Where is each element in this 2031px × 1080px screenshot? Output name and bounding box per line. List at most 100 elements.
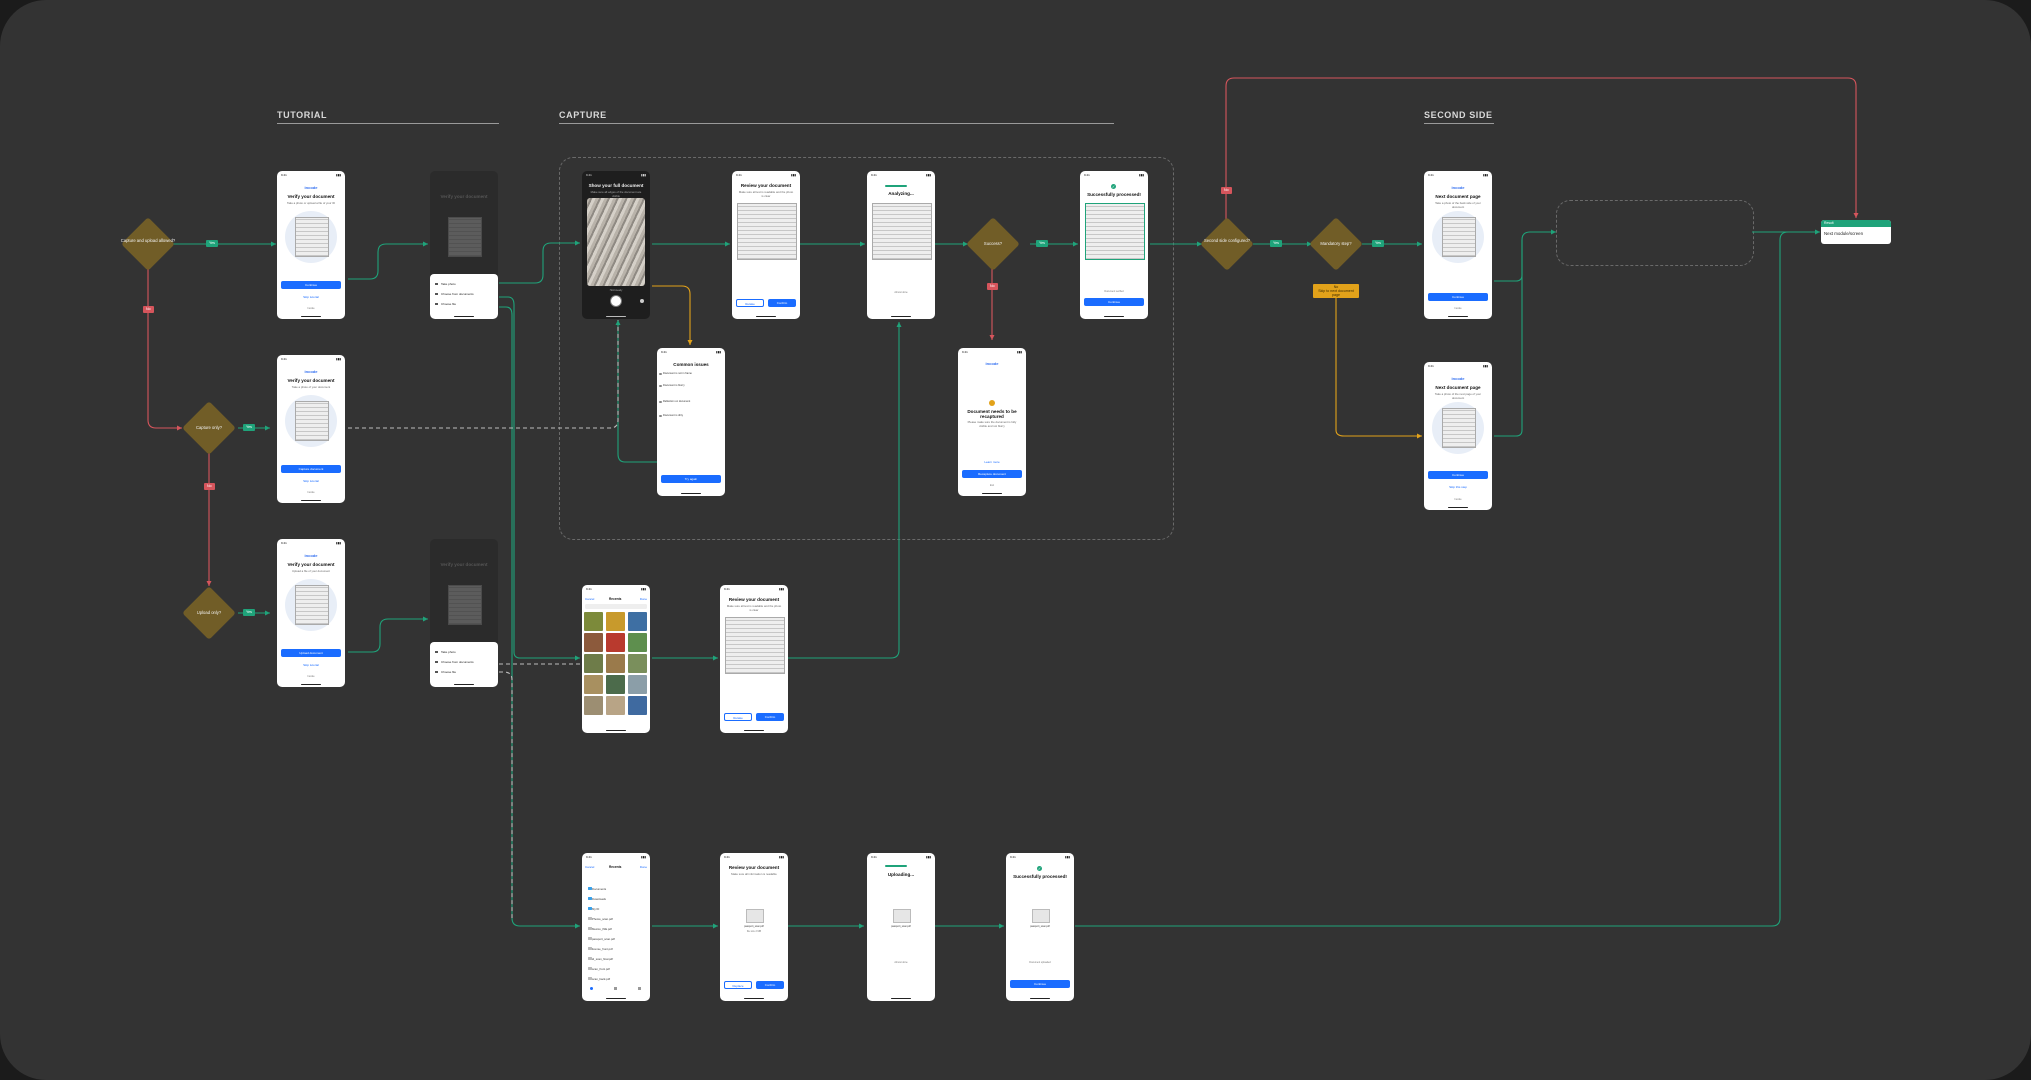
yes-tag: Yes xyxy=(1036,240,1048,247)
continue-button[interactable]: Continue xyxy=(1428,471,1488,479)
document-illustration xyxy=(1442,408,1476,448)
exit-link[interactable]: Exit xyxy=(958,484,1026,487)
sheet-option-file[interactable]: Choose file xyxy=(435,302,456,306)
photo-thumb[interactable] xyxy=(628,612,647,631)
skip-step-link[interactable]: Skip this step xyxy=(1424,485,1492,489)
photo-thumb[interactable] xyxy=(584,696,603,715)
photo-thumb[interactable] xyxy=(584,633,603,652)
browse-tab-icon[interactable] xyxy=(638,987,641,990)
file-row[interactable]: id_scan_final.pdf xyxy=(588,957,613,961)
photo-thumb[interactable] xyxy=(606,696,625,715)
photo-thumb[interactable] xyxy=(584,654,603,673)
help-icon[interactable] xyxy=(640,299,644,303)
recapture-screen: 9:41 ▮▮▮ incode Document needs to be reca… xyxy=(958,348,1026,496)
warning-body: Skip to next document page xyxy=(1318,289,1354,297)
skip-tutorial-link[interactable]: Skip tutorial xyxy=(277,479,345,483)
continue-button[interactable]: Continue xyxy=(1428,293,1488,301)
shared-tab-icon[interactable] xyxy=(614,987,617,990)
confirm-button[interactable]: Confirm xyxy=(756,713,784,721)
confirm-button[interactable]: Confirm xyxy=(756,981,784,989)
continue-button[interactable]: Continue xyxy=(1010,980,1070,988)
status-icons: ▮▮▮ xyxy=(926,173,931,177)
recapture-button[interactable]: Recapture document xyxy=(962,470,1022,478)
folder-icon xyxy=(435,302,438,305)
file-row[interactable]: Downloads xyxy=(588,897,606,901)
photo-thumb[interactable] xyxy=(628,675,647,694)
done-button[interactable]: Done xyxy=(640,865,647,869)
page-title: Next document page xyxy=(1435,385,1481,390)
skip-tutorial-link[interactable]: Skip tutorial xyxy=(277,663,345,667)
confirm-button[interactable]: Confirm xyxy=(768,299,796,307)
photo-thumb[interactable] xyxy=(584,675,603,694)
file-name: Documents xyxy=(592,887,607,891)
status-icons: ▮▮▮ xyxy=(641,587,646,591)
camera-screen: 9:41 ▮▮▮ Show your full document Make sur… xyxy=(582,171,650,319)
file-row[interactable]: scan_front.pdf xyxy=(588,967,610,971)
status-time: 9:41 xyxy=(736,173,742,177)
photo-thumb[interactable] xyxy=(606,654,625,673)
photo-thumb[interactable] xyxy=(606,612,625,631)
folder-icon xyxy=(588,887,592,890)
photo-thumb[interactable] xyxy=(606,633,625,652)
page-subtitle: Take a photo of the next page of your do… xyxy=(1434,392,1482,400)
continue-button[interactable]: Continue xyxy=(281,281,341,289)
done-button[interactable]: Done xyxy=(640,597,647,601)
page-title: Successfully processed! xyxy=(1087,192,1141,197)
page-subtitle: Take a photo of your document xyxy=(291,385,331,389)
retake-button[interactable]: Retake xyxy=(736,299,764,307)
file-row[interactable]: Documents xyxy=(588,887,607,891)
home-indicator xyxy=(1030,997,1050,999)
photo-thumb[interactable] xyxy=(628,633,647,652)
status-icons: ▮▮▮ xyxy=(336,541,341,545)
sheet-option-file[interactable]: Choose file xyxy=(435,670,456,674)
page-subtitle: Upload a file of your document xyxy=(292,569,330,573)
replace-button[interactable]: Replace xyxy=(724,981,752,989)
uploading-screen: 9:41 ▮▮▮ Uploading... passport_scan.pdf A… xyxy=(867,853,935,1001)
footer-brand: Incode xyxy=(307,491,315,494)
footer-brand: Incode xyxy=(307,675,315,678)
search-input[interactable] xyxy=(585,604,647,609)
status-time: 9:41 xyxy=(1428,173,1434,177)
page-title: Common issues xyxy=(673,362,709,367)
skip-warning-tag: No Skip to next document page xyxy=(1313,284,1359,298)
file-name: Downloads xyxy=(592,897,606,901)
issue-label: Reflection on document xyxy=(663,400,691,403)
status-icons: ▮▮▮ xyxy=(779,587,784,591)
sheet-option-take-photo[interactable]: Take photo xyxy=(435,650,456,654)
cancel-button[interactable]: Cancel xyxy=(585,597,594,601)
photo-thumb[interactable] xyxy=(628,696,647,715)
learn-more-link[interactable]: Learn more xyxy=(958,460,1026,464)
status-time: 9:41 xyxy=(281,173,287,177)
sheet-option-documents[interactable]: Choose from documents xyxy=(435,292,474,296)
page-title: Verify your document xyxy=(287,194,335,199)
next-page-screen-2: 9:41 ▮▮▮ incode Next document page Take a… xyxy=(1424,362,1492,510)
home-indicator xyxy=(454,683,474,685)
page-subtitle: Make sure all information is readable xyxy=(731,872,777,876)
try-again-button[interactable]: Try again xyxy=(661,475,721,483)
photo-thumb[interactable] xyxy=(628,654,647,673)
shutter-button[interactable] xyxy=(610,295,622,307)
yes-tag: Yes xyxy=(243,424,255,431)
retake-button[interactable]: Retake xyxy=(724,713,752,721)
recents-tab-icon[interactable] xyxy=(590,987,593,990)
status-icons: ▮▮▮ xyxy=(1017,350,1022,354)
file-row[interactable]: Mexico_INE.pdf xyxy=(588,927,612,931)
cancel-button[interactable]: Cancel xyxy=(585,865,594,869)
picker-title: Recents xyxy=(609,865,622,869)
file-row[interactable]: Photos_scan.pdf xyxy=(588,917,613,921)
skip-tutorial-link[interactable]: Skip tutorial xyxy=(277,295,345,299)
page-title: Successfully processed! xyxy=(1013,874,1067,879)
file-row[interactable]: passport_scan.pdf xyxy=(588,937,615,941)
capture-document-button[interactable]: Capture document xyxy=(281,465,341,473)
result-header: Result xyxy=(1821,220,1891,227)
file-row[interactable]: My ID xyxy=(588,907,599,911)
file-row[interactable]: scan_back.pdf xyxy=(588,977,610,981)
status-time: 9:41 xyxy=(871,173,877,177)
sheet-option-take-photo[interactable]: Take photo xyxy=(435,282,456,286)
sheet-option-documents[interactable]: Choose from documents xyxy=(435,660,474,664)
photo-thumb[interactable] xyxy=(584,612,603,631)
photo-thumb[interactable] xyxy=(606,675,625,694)
continue-button[interactable]: Continue xyxy=(1084,298,1144,306)
upload-document-button[interactable]: Upload document xyxy=(281,649,341,657)
file-row[interactable]: license_front.pdf xyxy=(588,947,613,951)
